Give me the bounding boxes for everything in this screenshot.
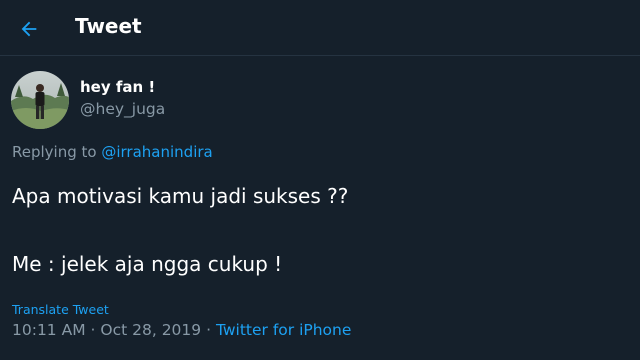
avatar[interactable] [11, 71, 69, 129]
meta-separator: · [206, 321, 212, 339]
display-name[interactable]: hey fan ! [80, 78, 155, 96]
tweet-metadata: 10:11 AM · Oct 28, 2019 · Twitter for iP… [12, 321, 351, 339]
meta-separator: · [90, 321, 96, 339]
mention-link[interactable]: @irrahanindira [101, 143, 212, 161]
tweet-source-link[interactable]: Twitter for iPhone [216, 321, 351, 339]
replying-to-label: Replying to [12, 143, 97, 161]
avatar-photo [11, 71, 69, 129]
tweet-text-line-1: Apa motivasi kamu jadi sukses ?? [12, 184, 349, 208]
arrow-left-icon [21, 21, 37, 37]
page-title: Tweet [75, 14, 142, 38]
replying-to: Replying to @irrahanindira [12, 143, 213, 161]
user-handle[interactable]: @hey_juga [80, 100, 165, 118]
tweet-date[interactable]: Oct 28, 2019 [100, 321, 201, 339]
tweet-text-line-2: Me : jelek aja ngga cukup ! [12, 252, 283, 276]
back-button[interactable] [12, 12, 46, 46]
tweet-time[interactable]: 10:11 AM [12, 321, 86, 339]
translate-tweet-link[interactable]: Translate Tweet [12, 302, 109, 317]
top-bar: Tweet [0, 0, 640, 56]
